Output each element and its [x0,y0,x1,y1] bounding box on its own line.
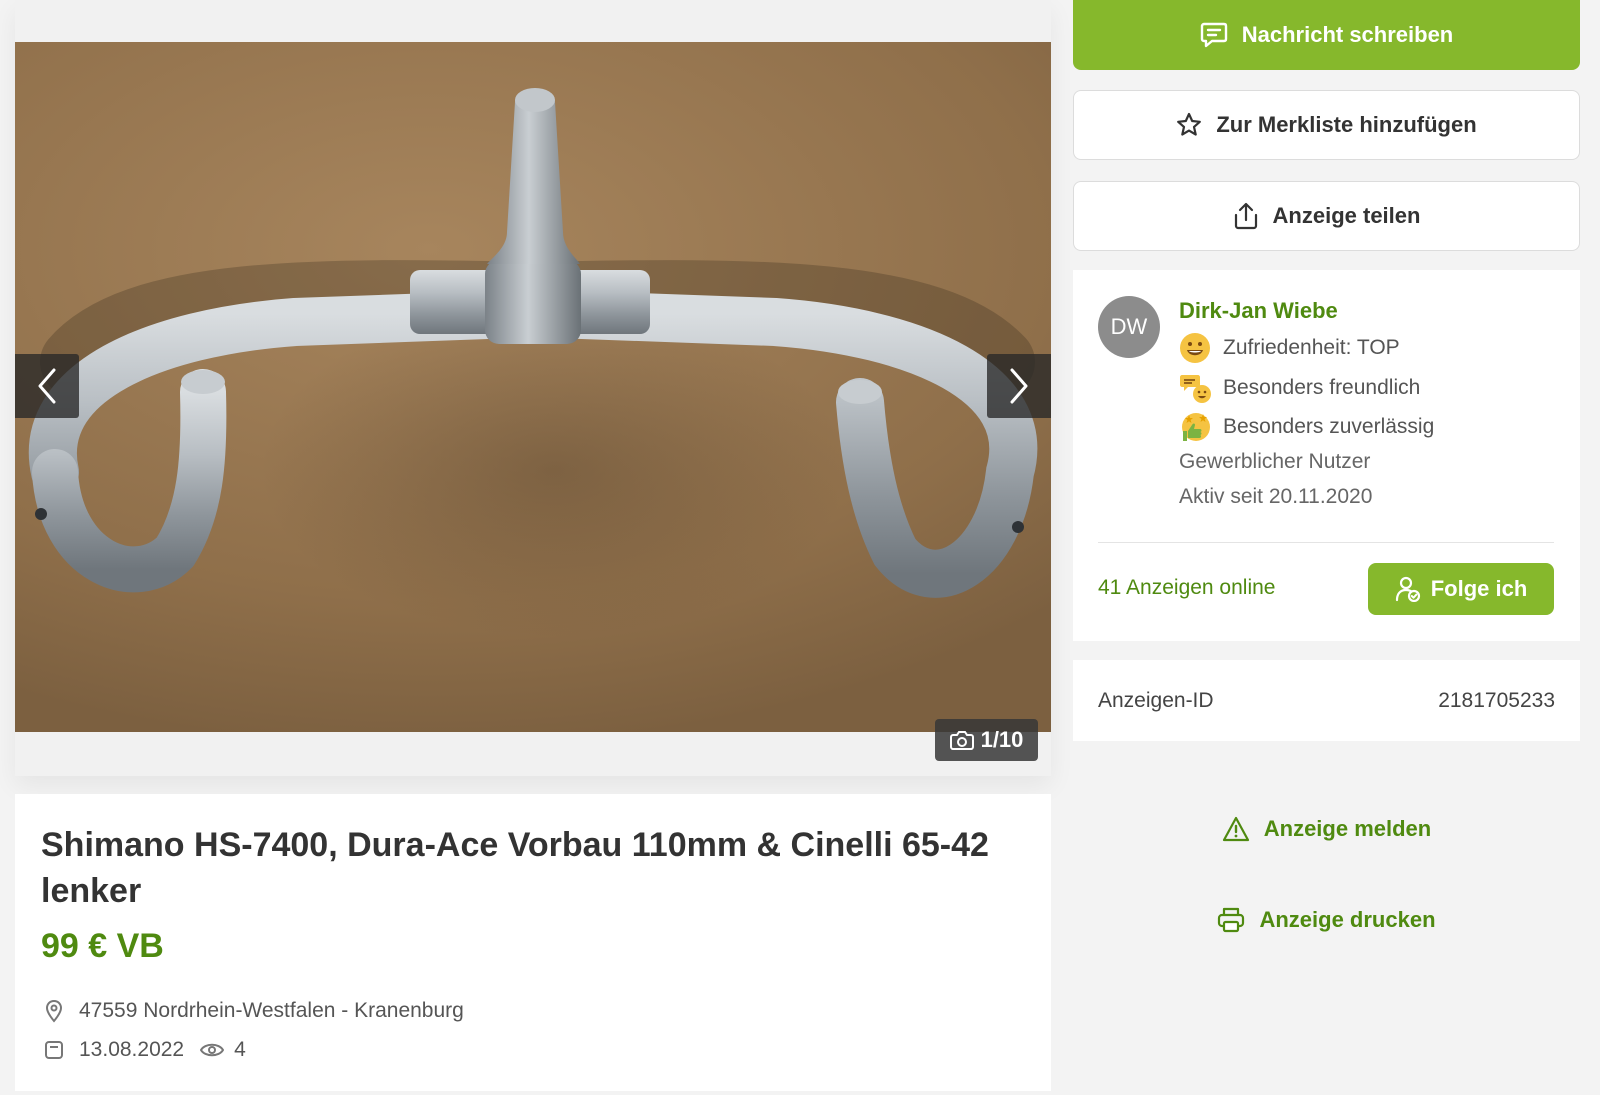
smiley-icon [1180,333,1210,363]
views-count: 4 [234,1038,246,1061]
badge-reliable: Besonders zuverlässig [1179,411,1434,443]
listing-title: Shimano HS-7400, Dura-Ace Vorbau 110mm &… [41,826,989,910]
badge-satisfaction-label: Zufriedenheit: TOP [1223,336,1400,359]
avatar[interactable]: DW [1098,296,1160,358]
ad-id-label: Anzeigen-ID [1098,688,1214,712]
handlebar-photo-drawing [29,88,1038,598]
gallery-prev-button[interactable] [15,354,79,418]
location-pin-icon [41,999,67,1023]
calendar-icon [41,1040,67,1060]
chevron-left-icon [38,368,56,404]
badge-friendly-label: Besonders freundlich [1223,376,1421,399]
thumbs-up-stars-icon [1182,413,1210,441]
location-text: 47559 Nordrhein-Westfalen - Kranenburg [79,999,464,1022]
ad-id-card: Anzeigen-ID 2181705233 [1073,660,1580,741]
follow-seller-label: Folge ich [1430,576,1528,601]
user-follow-icon [1395,576,1420,602]
share-listing-label: Anzeige teilen [1272,203,1421,228]
divider [1098,542,1554,543]
image-counter-text: 1/10 [980,727,1024,752]
eye-icon [200,1042,225,1058]
listing-details-card: Shimano HS-7400, Dura-Ace Vorbau 110mm &… [15,794,1051,1091]
share-icon [1234,202,1257,230]
warning-icon [1222,816,1249,842]
printer-icon [1218,907,1245,933]
image-counter-badge[interactable]: 1/10 [935,719,1038,761]
star-icon [1177,112,1202,136]
follow-seller-button[interactable]: Folge ich [1368,563,1554,615]
report-listing-label: Anzeige melden [1263,816,1432,841]
seller-type: Gewerblicher Nutzer [1179,450,1371,473]
add-to-watchlist-button[interactable]: Zur Merkliste hinzufügen [1073,90,1580,160]
listing-price: 99 € VB [41,927,164,965]
print-listing-label: Anzeige drucken [1259,907,1436,932]
send-message-label: Nachricht schreiben [1241,22,1454,47]
gallery-next-button[interactable] [987,354,1051,418]
chevron-right-icon [1010,368,1028,404]
badge-friendly: Besonders freundlich [1179,372,1420,404]
date-views-row: 13.08.2022 4 [41,1038,246,1062]
seller-active-since: Aktiv seit 20.11.2020 [1179,485,1373,508]
badge-reliable-label: Besonders zuverlässig [1223,415,1435,438]
seller-name-link[interactable]: Dirk-Jan Wiebe [1179,298,1338,324]
message-icon [1200,22,1227,48]
ad-id-value: 2181705233 [1438,688,1555,712]
report-listing-link[interactable]: Anzeige melden [1073,816,1580,842]
location-row: 47559 Nordrhein-Westfalen - Kranenburg [41,999,464,1023]
date-text: 13.08.2022 [79,1038,185,1061]
add-to-watchlist-label: Zur Merkliste hinzufügen [1216,112,1477,137]
camera-icon [949,731,974,750]
chat-smiley-icon [1180,375,1211,403]
print-listing-link[interactable]: Anzeige drucken [1073,906,1580,934]
share-listing-button[interactable]: Anzeige teilen [1073,181,1580,251]
listing-photo[interactable] [15,42,1051,732]
seller-card: DW Dirk-Jan Wiebe Zufriedenheit: TOP Bes… [1073,270,1580,641]
listing-page: 1/10 Shimano HS-7400, Dura-Ace Vorbau 11… [0,0,1600,1095]
badge-satisfaction: Zufriedenheit: TOP [1179,332,1400,364]
send-message-button[interactable]: Nachricht schreiben [1073,0,1580,70]
seller-ads-online-link[interactable]: 41 Anzeigen online [1098,576,1276,600]
